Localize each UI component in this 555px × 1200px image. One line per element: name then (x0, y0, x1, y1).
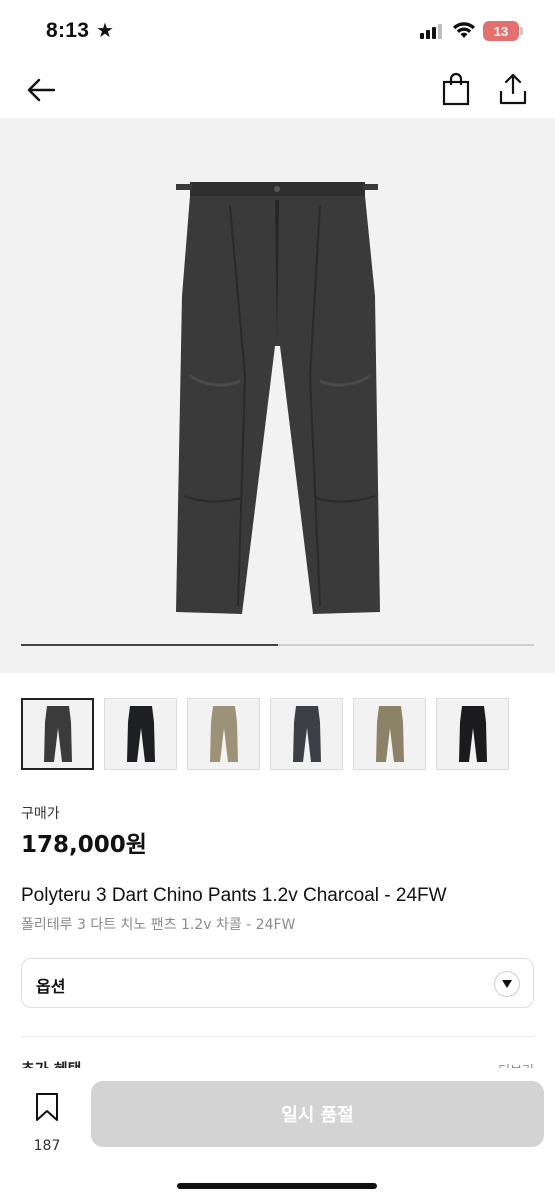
thumbnail-pants-image (292, 706, 321, 762)
thumbnail-1[interactable] (21, 698, 94, 770)
option-select[interactable]: 옵션 (21, 958, 534, 1008)
thumbnail-4[interactable] (270, 698, 343, 770)
thumbnail-pants-image (375, 706, 404, 762)
thumbnail-pants-image (43, 706, 72, 762)
product-image[interactable] (0, 118, 555, 673)
thumbnail-pants-image (458, 706, 487, 762)
soldout-label: 일시 품절 (281, 1105, 354, 1126)
battery-cap (520, 27, 523, 35)
star-icon: ★ (96, 18, 114, 42)
home-indicator (177, 1183, 377, 1189)
thumbnail-2[interactable] (104, 698, 177, 770)
top-nav (0, 62, 555, 118)
soldout-button[interactable]: 일시 품절 (91, 1081, 544, 1147)
thumbnail-6[interactable] (436, 698, 509, 770)
option-label: 옵션 (36, 977, 66, 996)
status-time: 8:13 (46, 19, 90, 42)
pants-image (176, 182, 380, 614)
divider (21, 1036, 534, 1037)
thumbnail-strip (21, 698, 509, 770)
gallery-progress (21, 644, 534, 646)
wish-button[interactable]: 187 (27, 1088, 67, 1154)
price: 178,000원 (21, 832, 147, 858)
chevron-down-icon[interactable] (494, 971, 520, 997)
shopping-bag-icon[interactable] (441, 72, 471, 106)
wish-count: 187 (33, 1138, 61, 1154)
bottom-action-bar: 187 일시 품절 (0, 1068, 555, 1200)
price-label: 구매가 (21, 806, 60, 822)
thumbnail-5[interactable] (353, 698, 426, 770)
product-title-en: Polyteru 3 Dart Chino Pants 1.2v Charcoa… (21, 885, 447, 906)
arrow-left-icon[interactable] (24, 72, 60, 108)
status-bar: 8:13 ★ 13 (0, 0, 555, 62)
thumbnail-pants-image (126, 706, 155, 762)
battery-level: 13 (493, 23, 509, 39)
share-icon[interactable] (497, 71, 529, 107)
signal-icon (420, 23, 442, 39)
product-title-ko: 폴리테루 3 다트 치노 팬츠 1.2v 차콜 - 24FW (21, 917, 296, 933)
thumbnail-pants-image (209, 706, 238, 762)
battery-icon: 13 (483, 21, 519, 41)
gallery-progress-fill (21, 644, 278, 646)
thumbnail-3[interactable] (187, 698, 260, 770)
bookmark-icon (36, 1093, 58, 1121)
wifi-icon (453, 22, 475, 38)
